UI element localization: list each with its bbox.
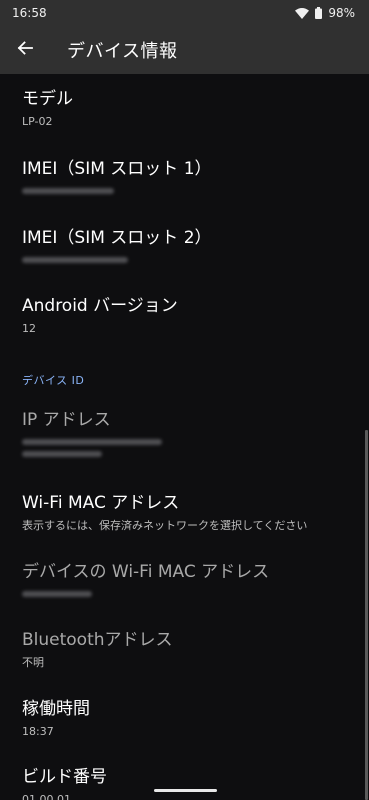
imei2-value-redacted [22, 257, 369, 263]
ip-address-item[interactable]: IP アドレス [0, 409, 369, 457]
device-wifi-mac-item[interactable]: デバイスの Wi-Fi MAC アドレス [0, 561, 369, 597]
wifi-mac-summary: 表示するには、保存済みネットワークを選択してください [22, 519, 308, 532]
uptime-title: 稼働時間 [22, 699, 90, 719]
model-value: LP-02 [22, 115, 53, 128]
back-button[interactable] [1, 26, 49, 74]
battery-percent: 98% [328, 6, 355, 20]
device-info-screen: 16:58 98% デバイス情報 モデル LP-02 IMEI（SIM スロット… [0, 0, 369, 800]
section-header-device-id: デバイス ID [22, 374, 85, 387]
android-version-title: Android バージョン [22, 296, 178, 316]
bluetooth-address-item[interactable]: Bluetoothアドレス 不明 [0, 629, 369, 670]
arrow-back-icon [17, 40, 33, 60]
android-version-value: 12 [22, 322, 36, 335]
uptime-value: 18:37 [22, 725, 54, 738]
bluetooth-address-value: 不明 [22, 656, 44, 669]
settings-list: モデル LP-02 IMEI（SIM スロット 1） IMEI（SIM スロット… [0, 74, 369, 800]
page-title: デバイス情報 [67, 41, 178, 62]
device-wifi-mac-title: デバイスの Wi-Fi MAC アドレス [22, 562, 270, 582]
imei2-title: IMEI（SIM スロット 2） [22, 228, 212, 248]
imei1-item[interactable]: IMEI（SIM スロット 1） [0, 158, 369, 194]
app-bar: デバイス情報 [0, 26, 369, 74]
wifi-icon [295, 7, 310, 19]
imei1-value-redacted [22, 188, 369, 194]
ip-address-value-redacted [22, 439, 369, 457]
scrollbar[interactable] [365, 430, 368, 800]
android-version-item[interactable]: Android バージョン 12 [0, 295, 369, 336]
status-icons: 98% [295, 6, 355, 20]
build-number-title: ビルド番号 [22, 767, 107, 787]
bluetooth-address-title: Bluetoothアドレス [22, 630, 173, 650]
wifi-mac-title: Wi-Fi MAC アドレス [22, 493, 180, 513]
model-item[interactable]: モデル LP-02 [0, 88, 369, 129]
build-number-value: 01.00.01 [22, 793, 71, 800]
device-wifi-mac-value-redacted [22, 591, 369, 597]
battery-icon [315, 7, 323, 19]
ip-address-title: IP アドレス [22, 410, 111, 430]
imei1-title: IMEI（SIM スロット 1） [22, 159, 212, 179]
wifi-mac-item[interactable]: Wi-Fi MAC アドレス 表示するには、保存済みネットワークを選択してくださ… [0, 492, 369, 533]
imei2-item[interactable]: IMEI（SIM スロット 2） [0, 227, 369, 263]
build-number-item[interactable]: ビルド番号 01.00.01 [0, 766, 369, 800]
status-time: 16:58 [12, 6, 47, 20]
home-indicator[interactable] [154, 789, 217, 792]
status-bar: 16:58 98% [0, 0, 369, 26]
model-title: モデル [22, 89, 73, 109]
uptime-item[interactable]: 稼働時間 18:37 [0, 698, 369, 739]
